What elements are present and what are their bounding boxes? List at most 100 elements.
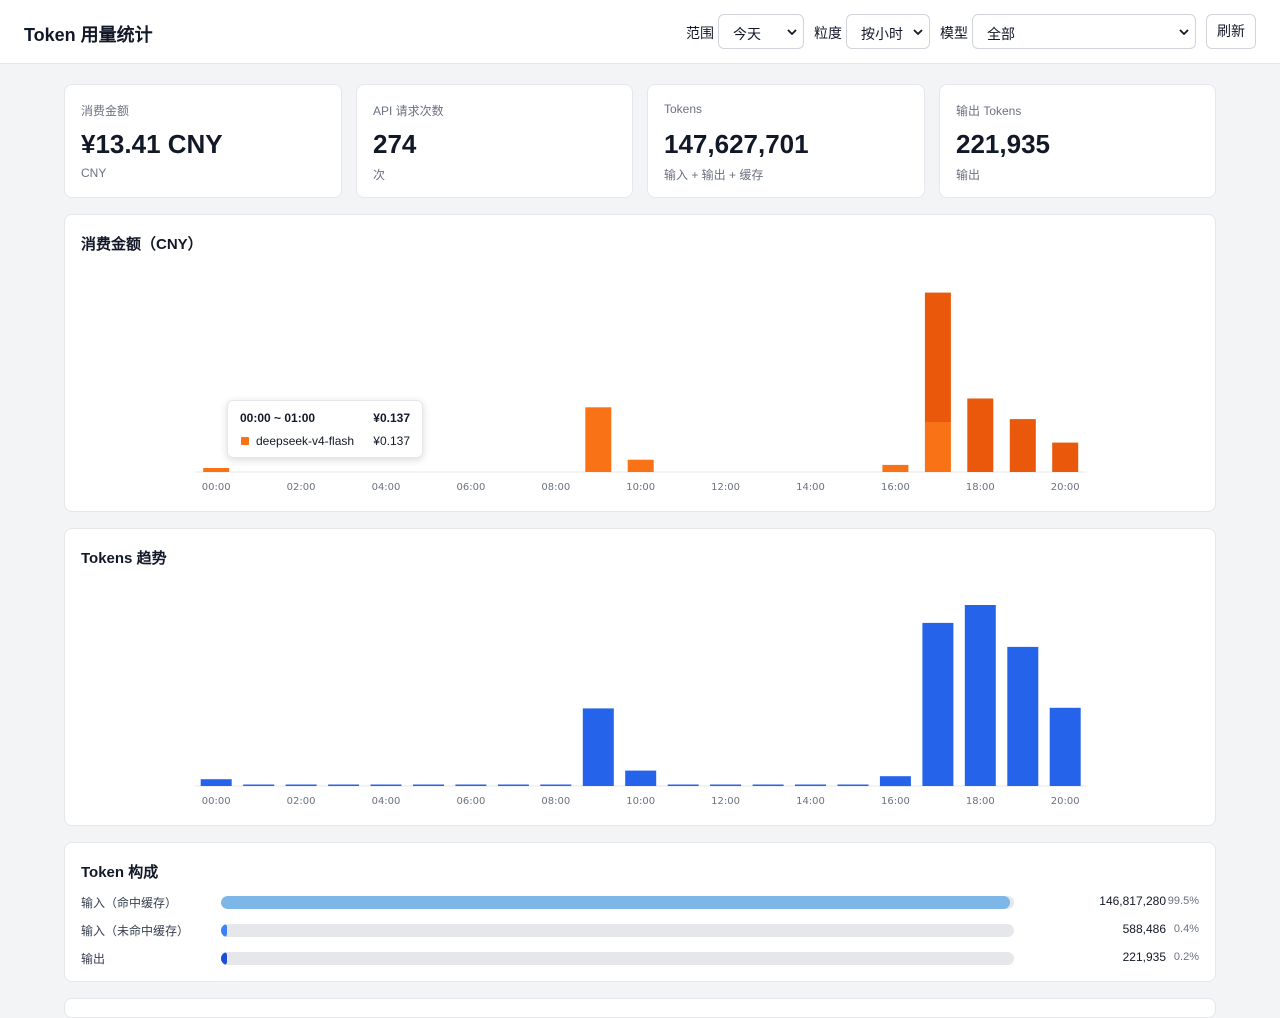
granularity-select[interactable]: 按小时: [846, 14, 930, 49]
refresh-button[interactable]: 刷新: [1206, 14, 1256, 49]
x-tick-label: 08:00: [541, 482, 570, 493]
x-tick-label: 18:00: [966, 796, 995, 807]
kpi-value: 221,935: [956, 129, 1050, 159]
composition-track: [221, 952, 1014, 965]
composition-fill: [221, 952, 227, 965]
model-select-value: 全部: [987, 26, 1015, 42]
chevron-down-icon: [913, 29, 923, 36]
kpi-sub: CNY: [81, 166, 107, 180]
bar[interactable]: [200, 779, 232, 786]
composition-row: 输入（命中缓存） 146,817,280 99.5%: [81, 892, 1199, 912]
bar[interactable]: [924, 422, 951, 472]
top-bar: Token 用量统计 范围 今天 粒度 按小时 模型 全部 刷新: [0, 0, 1280, 64]
x-tick-label: 18:00: [966, 482, 995, 493]
composition-value: 221,935: [1122, 950, 1166, 964]
kpi-sub: 次: [373, 168, 386, 182]
composition-value: 146,817,280: [1099, 894, 1166, 908]
x-tick-label: 10:00: [626, 482, 655, 493]
bar[interactable]: [882, 464, 909, 472]
composition-percent: 0.2%: [1173, 951, 1199, 963]
x-tick-label: 02:00: [287, 796, 316, 807]
bar[interactable]: [540, 784, 572, 787]
chevron-down-icon: [1179, 29, 1189, 36]
kpi-sub: 输出: [956, 168, 981, 182]
cost-chart-panel: 消费金额（CNY） 00:00 02:00 04:00 06:00 08:00 10:00…: [64, 214, 1216, 512]
bar[interactable]: [585, 407, 612, 472]
x-tick-label: 20:00: [1051, 482, 1080, 493]
bar[interactable]: [625, 770, 657, 786]
bar[interactable]: [1009, 419, 1036, 472]
composition-label: 输入（未命中缓存）: [81, 924, 190, 938]
composition-label: 输入（命中缓存）: [81, 896, 178, 910]
cost-chart[interactable]: 00:00 02:00 04:00 06:00 08:00 10:00 12:00 14:00…: [65, 215, 1215, 511]
bar[interactable]: [1052, 442, 1079, 472]
x-tick-label: 00:00: [202, 796, 231, 807]
x-tick-label: 06:00: [456, 796, 485, 807]
x-tick-label: 10:00: [626, 796, 655, 807]
bar[interactable]: [497, 784, 529, 787]
x-tick-label: 08:00: [541, 796, 570, 807]
x-tick-label: 14:00: [796, 482, 825, 493]
bar[interactable]: [413, 784, 444, 787]
bar[interactable]: [922, 622, 954, 786]
chevron-down-icon: [787, 29, 797, 36]
bar[interactable]: [795, 784, 826, 787]
kpi-sub: 输入 + 输出 + 缓存: [664, 168, 764, 182]
bar[interactable]: [328, 784, 360, 787]
tokens-chart[interactable]: 00:00 02:00 04:00 06:00 08:00 10:00 12:00 14:00…: [65, 529, 1215, 825]
kpi-label: 输出 Tokens: [956, 104, 1022, 118]
bar[interactable]: [370, 784, 402, 787]
bar[interactable]: [752, 784, 784, 787]
composition-fill: [221, 896, 1011, 909]
bar[interactable]: [455, 784, 487, 787]
granularity-label: 粒度: [814, 25, 842, 41]
bar[interactable]: [967, 398, 994, 473]
bar[interactable]: [879, 776, 911, 787]
composition-title: Token 构成: [81, 864, 159, 881]
composition-fill: [221, 924, 227, 937]
kpi-label: API 请求次数: [373, 104, 444, 118]
model-label: 模型: [940, 25, 968, 41]
kpi-label: Tokens: [664, 102, 703, 116]
bar[interactable]: [924, 292, 951, 422]
bar[interactable]: [964, 605, 996, 786]
x-tick-label: 04:00: [372, 796, 401, 807]
kpi-label: 消费金额: [81, 104, 130, 118]
next-panel: [64, 998, 1216, 1018]
bar[interactable]: [667, 784, 699, 787]
x-tick-label: 20:00: [1051, 796, 1080, 807]
range-select-value: 今天: [733, 26, 761, 42]
bar[interactable]: [1007, 646, 1039, 786]
granularity-select-value: 按小时: [861, 26, 903, 42]
composition-track: [221, 896, 1014, 909]
model-select[interactable]: 全部: [972, 14, 1196, 49]
bar[interactable]: [710, 784, 742, 787]
composition-track: [221, 924, 1014, 937]
composition-value: 588,486: [1122, 922, 1166, 936]
page-title: Token 用量统计: [24, 25, 153, 45]
kpi-card-output-tokens: 输出 Tokens 221,935 输出: [939, 84, 1216, 198]
bar[interactable]: [627, 459, 654, 472]
range-select[interactable]: 今天: [718, 14, 804, 49]
bar[interactable]: [285, 784, 317, 787]
x-tick-label: 16:00: [881, 796, 910, 807]
composition-percent: 99.5%: [1167, 895, 1199, 907]
bar[interactable]: [582, 708, 614, 786]
composition-percent: 0.4%: [1173, 923, 1199, 935]
kpi-card-cost: 消费金额 ¥13.41 CNY CNY: [64, 84, 342, 198]
kpi-card-requests: API 请求次数 274 次: [356, 84, 633, 198]
x-tick-label: 12:00: [711, 796, 740, 807]
tooltip-series-swatch: [241, 437, 249, 445]
token-composition-panel: Token 构成 输入（命中缓存） 146,817,280 99.5% 输入（未…: [64, 842, 1216, 982]
kpi-value: 147,627,701: [664, 129, 809, 159]
x-tick-label: 06:00: [456, 482, 485, 493]
x-tick-label: 16:00: [881, 482, 910, 493]
tokens-chart-panel: Tokens 趋势 00:00 02:00 04:00 06:00 08:00 10:00…: [64, 528, 1216, 826]
kpi-value: 274: [373, 129, 417, 159]
bar[interactable]: [1049, 707, 1081, 786]
bar[interactable]: [837, 784, 869, 787]
kpi-value: ¥13.41 CNY: [81, 129, 223, 159]
bar[interactable]: [243, 784, 275, 787]
bar[interactable]: [203, 468, 230, 472]
tooltip-series-value: ¥0.137: [373, 434, 410, 448]
